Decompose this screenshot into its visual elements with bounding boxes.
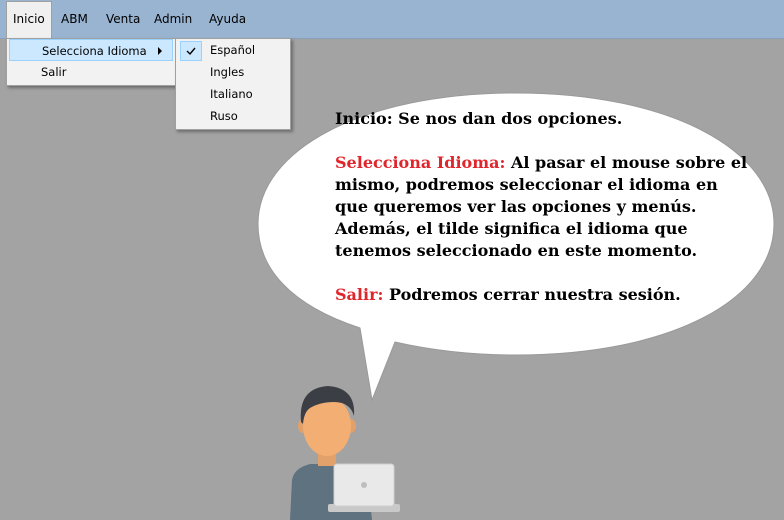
- salir-description: Podremos cerrar nuestra sesión.: [383, 285, 681, 304]
- bubble-paragraph-idioma: Selecciona Idioma: Al pasar el mouse sob…: [335, 152, 755, 262]
- highlight-selecciona-idioma: Selecciona Idioma:: [335, 153, 506, 172]
- bubble-text: Inicio: Se nos dan dos opciones. Selecci…: [335, 108, 755, 328]
- bubble-line-1: Inicio: Se nos dan dos opciones.: [335, 109, 623, 128]
- user-with-laptop-icon: [290, 386, 400, 520]
- highlight-salir: Salir:: [335, 285, 384, 304]
- bubble-paragraph-salir: Salir: Podremos cerrar nuestra sesión.: [335, 284, 755, 306]
